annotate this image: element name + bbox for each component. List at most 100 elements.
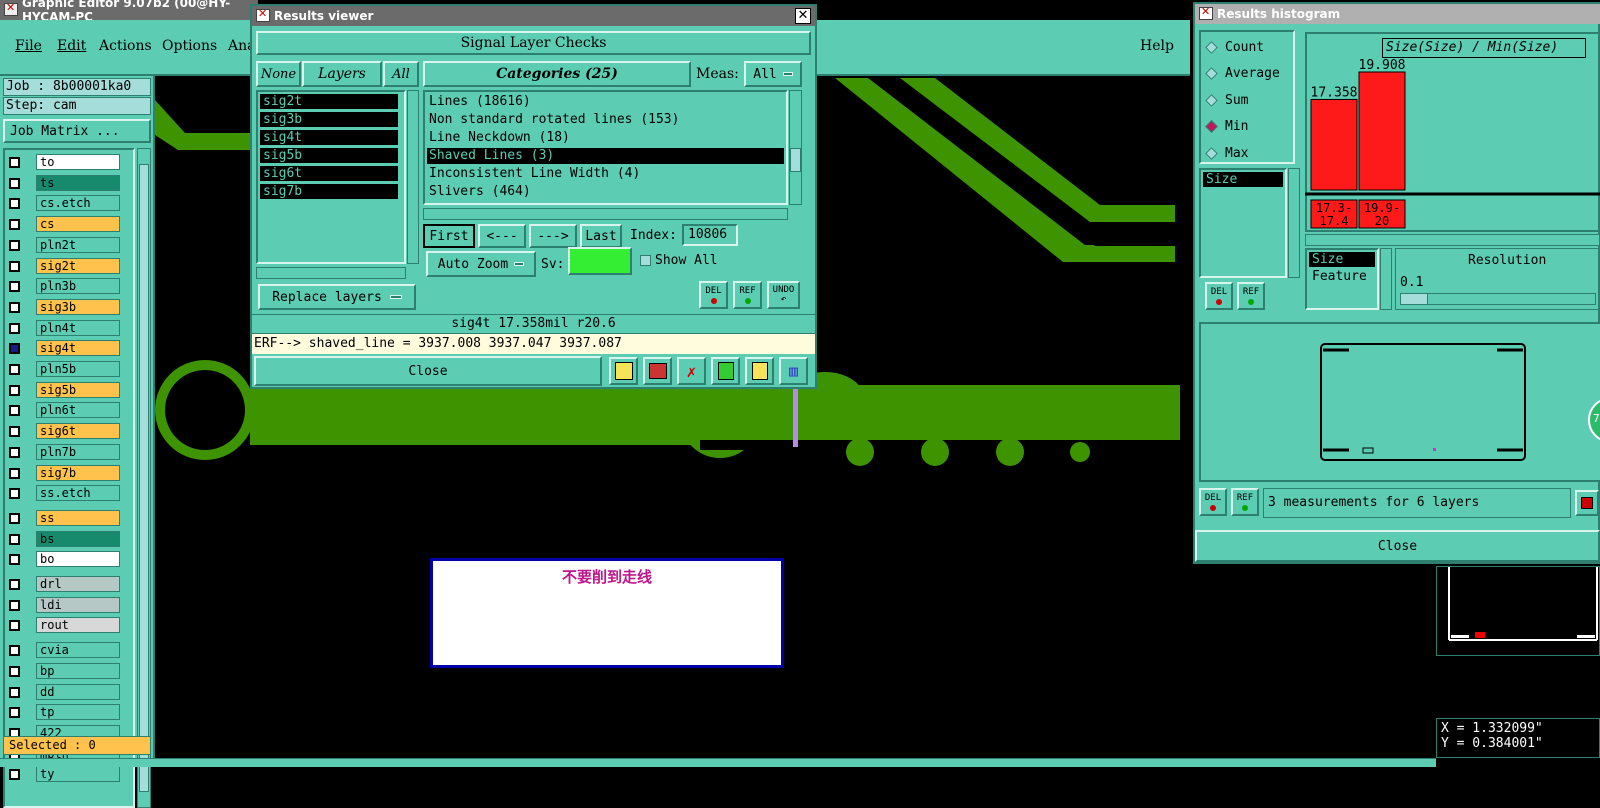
x-attribute-scrollbar[interactable] <box>1380 248 1392 310</box>
show-all-checkbox[interactable] <box>640 255 651 266</box>
layer-checkbox[interactable] <box>9 554 20 566</box>
result-layer-item[interactable]: sig2t <box>260 94 398 109</box>
layer-row[interactable]: pln7b <box>6 443 122 461</box>
sheet-icon-button[interactable] <box>711 357 740 385</box>
layer-name[interactable]: pln3b <box>36 278 120 295</box>
meas-dropdown[interactable]: All <box>744 61 802 87</box>
layer-list-scroll-thumb[interactable] <box>139 164 149 792</box>
layer-row[interactable]: sig3b <box>6 298 122 316</box>
layer-name[interactable]: sig7b <box>36 464 120 481</box>
layer-row[interactable]: cs.etch <box>6 195 122 212</box>
layer-row[interactable]: bs <box>6 530 122 548</box>
category-item[interactable]: Inconsistent Line Width (4) <box>427 166 784 182</box>
layer-row[interactable]: pln4t <box>6 319 122 337</box>
category-item[interactable]: Lines (18616) <box>427 94 784 110</box>
layer-name[interactable]: pln7b <box>36 443 120 460</box>
next-button[interactable]: ---> <box>529 224 577 248</box>
layer-row[interactable]: cs <box>6 216 122 233</box>
layer-name[interactable]: rout <box>36 617 120 634</box>
layer-checkbox[interactable] <box>9 446 20 458</box>
layers-button[interactable]: Layers <box>302 61 382 87</box>
layer-row[interactable]: bp <box>6 662 122 680</box>
result-layer-item[interactable]: sig3b <box>260 112 398 127</box>
list-icon-button[interactable] <box>745 357 774 385</box>
layer-result-scrollbar[interactable] <box>407 90 419 264</box>
erf-icon-button[interactable]: ✗ <box>677 357 706 385</box>
stat-option-count[interactable]: Count <box>1205 38 1264 56</box>
auto-zoom-dropdown[interactable]: Auto Zoom <box>426 251 536 277</box>
layer-row[interactable]: ldi <box>6 596 122 614</box>
board-preview[interactable] <box>1201 324 1600 480</box>
layer-checkbox[interactable] <box>9 599 20 611</box>
layer-checkbox[interactable] <box>9 405 20 417</box>
hist-del-button-2[interactable]: DEL <box>1199 488 1227 516</box>
layer-checkbox[interactable] <box>9 579 20 590</box>
layer-name[interactable]: pln5b <box>36 361 120 377</box>
layer-checkbox[interactable] <box>9 157 20 168</box>
layer-name[interactable]: tp <box>36 704 120 721</box>
size-item[interactable]: Size <box>1309 252 1375 267</box>
layer-name[interactable]: cs <box>36 216 120 233</box>
first-button[interactable]: First <box>423 224 475 248</box>
layer-checkbox[interactable] <box>9 177 20 189</box>
attribute-item[interactable]: Size <box>1203 172 1283 187</box>
hist-ref-button-2[interactable]: REF <box>1231 488 1259 516</box>
camera-icon-button[interactable] <box>643 357 672 385</box>
category-item[interactable]: Non standard rotated lines (153) <box>427 112 784 128</box>
attribute-scrollbar[interactable] <box>1288 168 1300 278</box>
layer-row[interactable]: pln6t <box>6 402 122 419</box>
replace-layers-dropdown[interactable]: Replace layers <box>258 284 416 310</box>
job-matrix-button[interactable]: Job Matrix ... <box>3 119 151 143</box>
layer-name[interactable]: ss <box>36 509 120 526</box>
layer-row[interactable]: pln3b <box>6 278 122 295</box>
layer-row[interactable]: bo <box>6 551 122 568</box>
layer-name[interactable]: cvia <box>36 642 120 659</box>
layer-checkbox[interactable] <box>9 343 20 355</box>
layer-name[interactable]: ss.etch <box>36 485 120 502</box>
layer-checkbox[interactable] <box>9 364 20 375</box>
layer-row[interactable]: sig6t <box>6 423 122 440</box>
layer-row[interactable]: tp <box>6 704 122 721</box>
layer-checkbox[interactable] <box>9 707 20 719</box>
layer-name[interactable]: pln6t <box>36 402 120 419</box>
result-layer-item[interactable]: sig5b <box>260 148 398 163</box>
all-button[interactable]: All <box>383 61 419 87</box>
layer-name[interactable]: sig5b <box>36 381 120 398</box>
layer-row[interactable]: pln5b <box>6 361 122 378</box>
layer-checkbox[interactable] <box>9 239 20 251</box>
layer-checkbox[interactable] <box>9 281 20 293</box>
menu-edit[interactable]: Edit <box>57 38 86 54</box>
layer-name[interactable]: pln4t <box>36 319 120 336</box>
last-button[interactable]: Last <box>580 224 622 248</box>
stat-option-sum[interactable]: Sum <box>1205 91 1248 109</box>
layer-name[interactable]: sig6t <box>36 423 120 440</box>
result-layer-item[interactable]: sig7b <box>260 184 398 199</box>
close-icon[interactable]: ✕ <box>795 8 811 24</box>
undo-button[interactable]: UNDO ↶ <box>767 281 800 309</box>
del-button[interactable]: DEL <box>699 281 728 309</box>
category-item[interactable]: Line Neckdown (18) <box>427 130 784 146</box>
histogram-icon-button[interactable]: ▥ <box>779 357 808 385</box>
chart-hscroll[interactable] <box>1305 234 1600 246</box>
layer-name[interactable]: bp <box>36 662 120 679</box>
layer-row[interactable]: sig2t <box>6 257 122 275</box>
layer-row[interactable]: ts <box>6 174 122 192</box>
layer-name[interactable]: dd <box>36 683 120 700</box>
layer-checkbox[interactable] <box>9 533 20 545</box>
layer-name[interactable]: to <box>36 154 120 170</box>
layer-name[interactable]: ty <box>36 766 120 783</box>
hist-close-button[interactable]: Close <box>1195 530 1600 562</box>
layer-checkbox[interactable] <box>9 665 20 677</box>
overview-map[interactable] <box>1437 567 1599 655</box>
layer-name[interactable]: cs.etch <box>36 195 120 212</box>
layer-checkbox[interactable] <box>9 426 20 438</box>
layer-name[interactable]: pln2t <box>36 236 120 253</box>
results-close-button[interactable]: Close <box>254 356 602 386</box>
layer-name[interactable]: bs <box>36 530 120 547</box>
layer-checkbox[interactable] <box>9 260 20 272</box>
feature-item[interactable]: Feature <box>1309 269 1375 284</box>
layer-row[interactable]: ss.etch <box>6 485 122 502</box>
category-item[interactable]: Shaved Lines (3) <box>427 148 784 164</box>
layer-row[interactable]: drl <box>6 576 122 593</box>
hist-del-button[interactable]: DEL <box>1205 282 1233 310</box>
